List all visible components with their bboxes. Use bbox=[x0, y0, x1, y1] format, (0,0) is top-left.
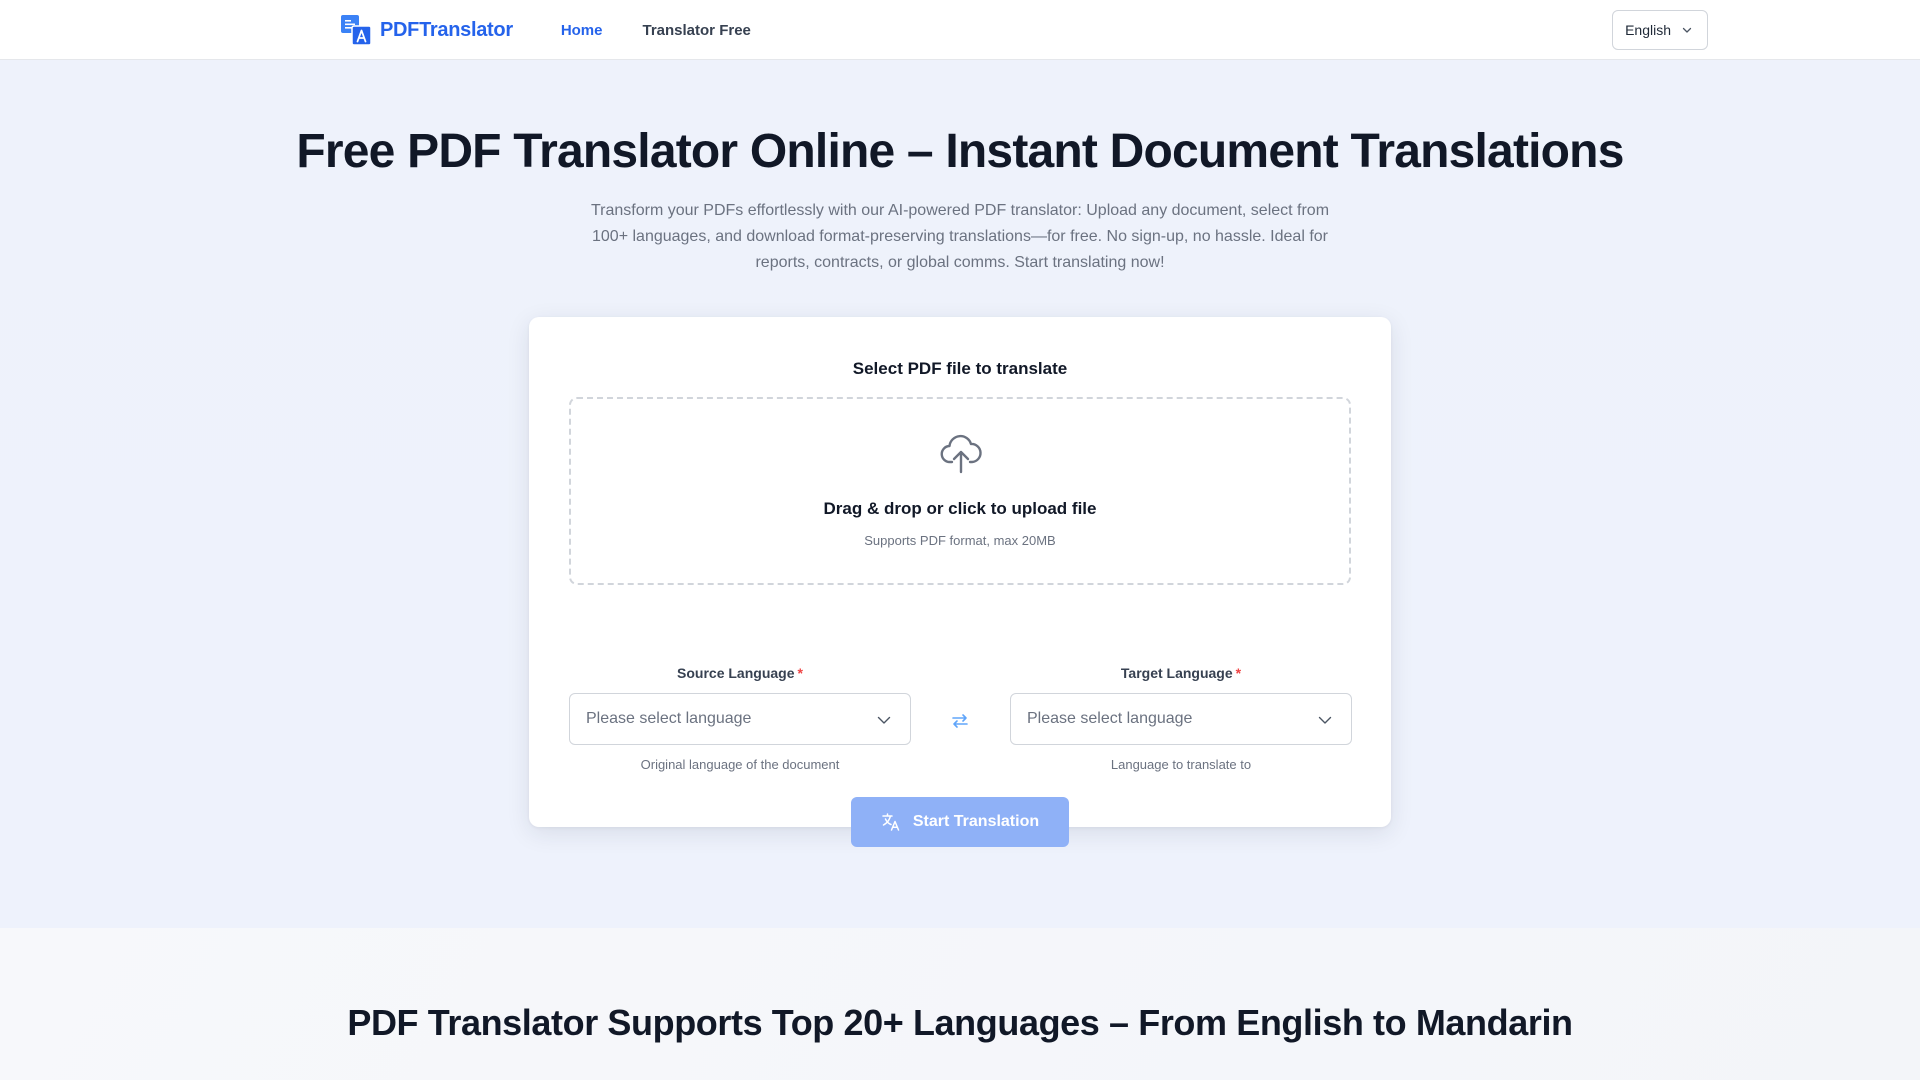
source-language-label: Source Language * bbox=[569, 665, 911, 681]
hero-section: Free PDF Translator Online – Instant Doc… bbox=[0, 60, 1920, 928]
target-language-label-text: Target Language bbox=[1120, 665, 1233, 681]
target-language-placeholder: Please select language bbox=[1027, 710, 1193, 727]
target-language-label: Target Language * bbox=[1010, 665, 1352, 681]
file-dropzone[interactable]: Drag & drop or click to upload file Supp… bbox=[569, 397, 1351, 585]
nav-link-translator-free[interactable]: Translator Free bbox=[643, 22, 751, 39]
brand-link[interactable]: PDFTranslator bbox=[340, 14, 513, 46]
target-language-select[interactable]: Please select language bbox=[1010, 693, 1352, 745]
language-switcher-label: English bbox=[1625, 22, 1671, 38]
languages-section-title: PDF Translator Supports Top 20+ Language… bbox=[347, 1002, 1573, 1043]
hero-description: Transform your PDFs effortlessly with ou… bbox=[590, 202, 1330, 271]
swap-icon[interactable] bbox=[948, 709, 972, 733]
source-language-placeholder: Please select language bbox=[586, 710, 752, 727]
brand-name: PDFTranslator bbox=[380, 18, 513, 41]
source-language-select[interactable]: Please select language bbox=[569, 693, 911, 745]
chevron-down-icon bbox=[1318, 716, 1332, 724]
translate-icon bbox=[882, 813, 900, 831]
top-navbar: PDFTranslator Home Translator Free Engli… bbox=[0, 0, 1920, 60]
source-language-hint: Original language of the document bbox=[640, 757, 840, 772]
nav-links: Home Translator Free bbox=[561, 22, 751, 39]
languages-section: PDF Translator Supports Top 20+ Language… bbox=[0, 928, 1920, 1080]
source-language-label-text: Source Language bbox=[677, 665, 795, 681]
dropzone-subtitle: Supports PDF format, max 20MB bbox=[864, 533, 1056, 548]
translate-card: Select PDF file to translate Drag & drop… bbox=[529, 317, 1391, 847]
hero-title: Free PDF Translator Online – Instant Doc… bbox=[296, 125, 1624, 178]
required-mark: * bbox=[1235, 665, 1242, 681]
nav-link-home[interactable]: Home bbox=[561, 22, 603, 39]
start-translation-label: Start Translation bbox=[912, 813, 1040, 830]
card-title: Select PDF file to translate bbox=[852, 359, 1068, 378]
cloud-upload-icon bbox=[940, 434, 982, 474]
chevron-down-icon bbox=[877, 716, 891, 724]
dropzone-title: Drag & drop or click to upload file bbox=[823, 499, 1097, 518]
translate-logo-icon bbox=[341, 15, 372, 46]
required-mark: * bbox=[797, 665, 803, 681]
chevron-down-icon bbox=[1682, 27, 1692, 33]
target-language-hint: Language to translate to bbox=[1110, 757, 1252, 772]
start-translation-button[interactable]: Start Translation bbox=[851, 797, 1069, 847]
language-switcher[interactable]: English bbox=[1612, 10, 1708, 50]
navbar-inner: PDFTranslator Home Translator Free Engli… bbox=[340, 0, 1708, 60]
